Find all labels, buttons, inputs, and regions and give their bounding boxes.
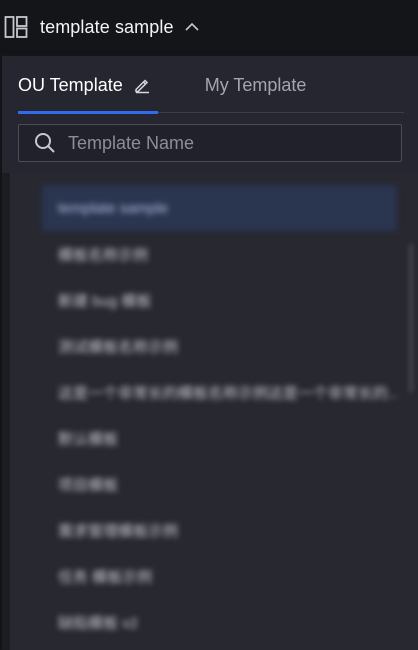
template-search-box[interactable] [18,124,402,162]
list-item[interactable]: 测试模板名称示例 [42,323,397,369]
tab-ou-template-label: OU Template [18,74,123,95]
list-item[interactable]: 需求管理模板示例 [42,507,397,553]
edit-pencil-icon[interactable] [133,76,151,94]
current-template-title: template sample [40,16,174,37]
template-list-area: template sample 模板名称示例 新建 bug 模板 测试模板名称示… [2,173,418,650]
template-list: template sample 模板名称示例 新建 bug 模板 测试模板名称示… [42,185,397,645]
template-tabs: OU Template My Template [2,56,418,114]
list-edge [2,173,10,650]
list-item[interactable]: 模板名称示例 [42,231,397,277]
search-icon [34,132,56,154]
tab-my-template-label: My Template [204,74,307,95]
tab-ou-template[interactable]: OU Template [18,75,151,96]
list-item[interactable]: 项目模板 [42,461,397,507]
list-item[interactable]: template sample [42,185,397,231]
list-item[interactable]: 这是一个非常长的模板名称示例这是一个非常长的… [42,369,397,415]
list-scrollbar[interactable] [408,243,414,393]
list-item[interactable]: 默认模板 [42,415,397,461]
search-input[interactable] [66,131,401,155]
list-item[interactable]: 任务 模板示例 [42,553,397,599]
layout-grid-icon [4,15,28,39]
list-item[interactable]: 新建 bug 模板 [42,277,397,323]
list-item[interactable]: 缺陷模板 v2 [42,599,397,645]
template-dropdown-panel: OU Template My Template tem [2,56,418,650]
tab-my-template[interactable]: My Template [205,75,307,96]
template-switcher-header[interactable]: template sample [0,0,418,54]
active-tab-indicator [18,111,158,114]
chevron-up-icon[interactable] [184,19,200,35]
